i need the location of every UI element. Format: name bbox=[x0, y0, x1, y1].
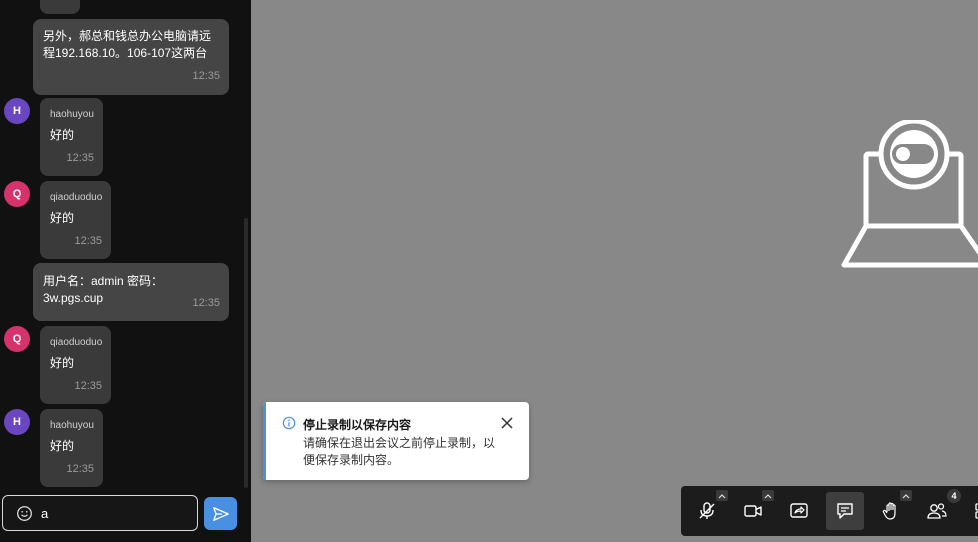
raise-hand-icon bbox=[882, 502, 896, 520]
notification-accent-bar bbox=[263, 402, 266, 480]
message-text: 好的 bbox=[50, 211, 75, 225]
message-text: 好的 bbox=[50, 356, 75, 370]
chat-icon bbox=[837, 503, 853, 519]
avatar: Q bbox=[4, 326, 30, 352]
avatar: H bbox=[4, 98, 30, 124]
message-text: 好的 bbox=[50, 439, 75, 453]
chat-message: haohuyou 好的 12:35 bbox=[40, 409, 103, 487]
chat-button[interactable] bbox=[826, 492, 864, 530]
share-screen-button[interactable] bbox=[780, 492, 818, 530]
notification-title: 停止录制以保存内容 bbox=[303, 418, 412, 432]
chat-message: qiaoduoduo 好的 12:35 bbox=[40, 326, 111, 404]
message-time: 12:35 bbox=[192, 297, 220, 309]
info-icon bbox=[282, 416, 296, 430]
chat-input[interactable]: a bbox=[2, 495, 198, 531]
more-button[interactable] bbox=[964, 492, 978, 530]
message-text: 另外，郝总和钱总办公电脑请远程192.168.10。106-107这两台 bbox=[43, 29, 212, 60]
mic-muted-icon bbox=[699, 502, 715, 519]
message-text: 好的 bbox=[50, 128, 75, 142]
participants-count-badge: 4 bbox=[947, 489, 961, 503]
chat-message-self: 另外，郝总和钱总办公电脑请远程192.168.10。106-107这两台 12:… bbox=[33, 19, 229, 95]
more-icon bbox=[975, 503, 978, 519]
chat-message: qiaoduoduo 好的 12:35 bbox=[40, 181, 111, 259]
send-button[interactable] bbox=[204, 497, 237, 530]
send-icon bbox=[212, 506, 229, 521]
message-time: 12:35 bbox=[74, 380, 102, 392]
close-icon[interactable] bbox=[500, 416, 514, 430]
meeting-toolbar: 4 bbox=[681, 486, 978, 536]
camera-options-toggle[interactable] bbox=[762, 490, 774, 501]
chat-message-self: 用户名：admin 密码：3w.pgs.cup 12:35 bbox=[33, 263, 229, 321]
message-sender: qiaoduoduo bbox=[50, 192, 103, 203]
share-screen-icon bbox=[790, 503, 808, 518]
chevron-up-icon bbox=[764, 493, 772, 498]
message-time: 12:35 bbox=[66, 152, 94, 164]
recording-notification: 停止录制以保存内容 请确保在退出会议之前停止录制，以便保存录制内容。 bbox=[263, 402, 529, 480]
participants-icon bbox=[927, 503, 947, 519]
message-sender: haohuyou bbox=[50, 420, 94, 431]
mic-options-toggle[interactable] bbox=[716, 490, 728, 501]
message-sender: haohuyou bbox=[50, 109, 94, 120]
message-time: 12:35 bbox=[74, 235, 102, 247]
emoji-icon[interactable] bbox=[16, 505, 33, 522]
chat-message: haohuyou 好的 12:35 bbox=[40, 98, 103, 176]
chat-message-partial bbox=[40, 0, 80, 14]
message-sender: qiaoduoduo bbox=[50, 337, 103, 348]
message-time: 12:35 bbox=[66, 463, 94, 475]
chevron-up-icon bbox=[718, 493, 726, 498]
notification-message: 请确保在退出会议之前停止录制，以便保存录制内容。 bbox=[303, 436, 496, 467]
chat-panel: 另外，郝总和钱总办公电脑请远程192.168.10。106-107这两台 12:… bbox=[0, 0, 251, 542]
chat-input-value[interactable]: a bbox=[41, 506, 48, 521]
chat-scrollbar[interactable] bbox=[244, 218, 248, 488]
avatar: Q bbox=[4, 181, 30, 207]
camera-icon bbox=[744, 505, 762, 517]
reactions-toggle[interactable] bbox=[900, 490, 912, 501]
avatar: H bbox=[4, 409, 30, 435]
message-time: 12:35 bbox=[192, 70, 220, 82]
camera-off-illustration bbox=[841, 120, 978, 268]
chevron-up-icon bbox=[902, 493, 910, 498]
